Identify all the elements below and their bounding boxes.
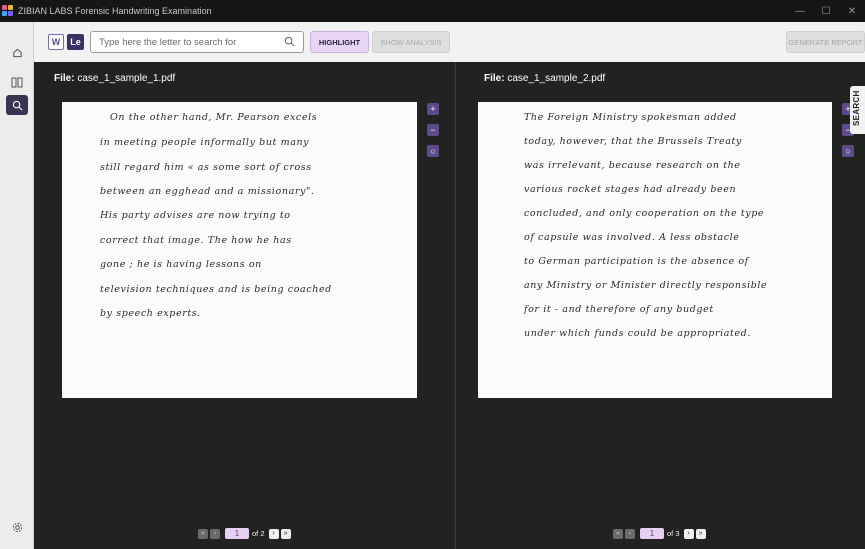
zoom-out-button[interactable]: − xyxy=(427,124,439,136)
search-tab-label: SEARCH xyxy=(852,90,861,126)
file-name: case_1_sample_2.pdf xyxy=(507,73,606,84)
sidebar xyxy=(0,37,34,549)
handwriting-line: today, however, that the Brussels Treaty xyxy=(524,136,742,147)
document-page-left[interactable]: On the other hand, Mr. Pearson excels in… xyxy=(62,102,417,398)
generate-report-button[interactable]: GENERATE REPORT xyxy=(786,31,865,53)
sidebar-top xyxy=(0,22,34,37)
handwriting-line: gone ; he is having lessons on xyxy=(100,259,262,270)
pagination-right: « ‹ 1 of 3 › » xyxy=(613,528,708,539)
handwriting-line: to German participation is the absence o… xyxy=(524,256,749,267)
zoom-reset-button[interactable]: ○ xyxy=(427,145,439,157)
handwriting-line: still regard him « as some sort of cross xyxy=(100,162,312,173)
close-button[interactable]: ✕ xyxy=(839,0,865,22)
zoom-reset-button[interactable]: ○ xyxy=(842,145,854,157)
prev-page-button[interactable]: ‹ xyxy=(625,528,635,539)
prev-page-button[interactable]: ‹ xyxy=(210,528,220,539)
next-page-button[interactable]: › xyxy=(683,528,694,539)
handwriting-line: correct that image. The how he has xyxy=(100,235,292,246)
handwriting-line: television techniques and is being coach… xyxy=(100,284,332,295)
home-icon xyxy=(12,48,22,57)
minimize-button[interactable]: — xyxy=(787,0,813,22)
handwriting-line: concluded, and only cooperation on the t… xyxy=(524,208,765,219)
page-number-input[interactable]: 1 xyxy=(225,528,249,539)
app-logo-icon xyxy=(2,5,14,17)
letter-mode-toggle[interactable]: Le xyxy=(67,34,84,50)
handwriting-line: between an egghead and a missionary". xyxy=(100,186,315,197)
settings-button[interactable] xyxy=(6,517,28,537)
zoom-in-button[interactable]: + xyxy=(427,103,439,115)
search-box xyxy=(90,31,304,53)
handwriting-line: under which funds could be appropriated. xyxy=(524,328,751,339)
letter-search-input[interactable] xyxy=(99,36,279,48)
pagination-left: « ‹ 1 of 2 › » xyxy=(198,528,293,539)
document-panel-left: File: case_1_sample_1.pdf On the other h… xyxy=(34,62,455,549)
word-mode-toggle[interactable]: W xyxy=(48,34,64,50)
handwriting-line: On the other hand, Mr. Pearson excels xyxy=(110,112,318,123)
handwriting-line: The Foreign Ministry spokesman added xyxy=(524,112,737,123)
last-page-button[interactable]: » xyxy=(695,528,706,539)
settings-icon xyxy=(12,522,22,532)
handwriting-line: of capsule was involved. A less obstacle xyxy=(524,232,740,243)
handwriting-line: various rocket stages had already been xyxy=(524,184,737,195)
file-label: File: xyxy=(54,73,75,84)
file-label: File: xyxy=(484,73,505,84)
handwriting-line: was irrelevant, because research on the xyxy=(524,160,741,171)
handwriting-line: His party advises are now trying to xyxy=(100,210,291,221)
file-title-left: File: case_1_sample_1.pdf xyxy=(54,73,175,84)
file-name: case_1_sample_1.pdf xyxy=(77,73,176,84)
toolbar: W Le HIGHLIGHT SHOW ANALYSIS GENERATE RE… xyxy=(34,22,865,62)
title-bar: ZIBIAN LABS Forensic Handwriting Examina… xyxy=(0,0,865,22)
file-title-right: File: case_1_sample_2.pdf xyxy=(484,73,605,84)
compare-button[interactable] xyxy=(6,72,28,92)
search-icon xyxy=(12,100,22,110)
compare-icon xyxy=(11,77,23,87)
page-number-input[interactable]: 1 xyxy=(640,528,664,539)
highlight-button[interactable]: HIGHLIGHT xyxy=(310,31,369,53)
last-page-button[interactable]: » xyxy=(280,528,291,539)
document-page-right[interactable]: The Foreign Ministry spokesman added tod… xyxy=(478,102,832,398)
next-page-button[interactable]: › xyxy=(268,528,279,539)
handwriting-line: for it - and therefore of any budget xyxy=(524,304,714,315)
handwriting-line: in meeting people informally but many xyxy=(100,137,310,148)
home-button[interactable] xyxy=(6,42,28,62)
search-icon[interactable] xyxy=(284,36,295,47)
page-total: of 3 xyxy=(667,529,680,538)
handwriting-line: any Ministry or Minister directly respon… xyxy=(524,280,768,291)
search-panel-tab[interactable]: SEARCH xyxy=(850,86,865,134)
first-page-button[interactable]: « xyxy=(613,528,623,539)
page-total: of 2 xyxy=(252,529,265,538)
window-title: ZIBIAN LABS Forensic Handwriting Examina… xyxy=(18,6,212,16)
document-panel-right: File: case_1_sample_2.pdf The Foreign Mi… xyxy=(456,62,865,549)
first-page-button[interactable]: « xyxy=(198,528,208,539)
handwriting-line: by speech experts. xyxy=(100,308,201,319)
search-nav-button[interactable] xyxy=(6,95,28,115)
maximize-button[interactable]: ☐ xyxy=(813,0,839,22)
show-analysis-button[interactable]: SHOW ANALYSIS xyxy=(372,31,450,53)
